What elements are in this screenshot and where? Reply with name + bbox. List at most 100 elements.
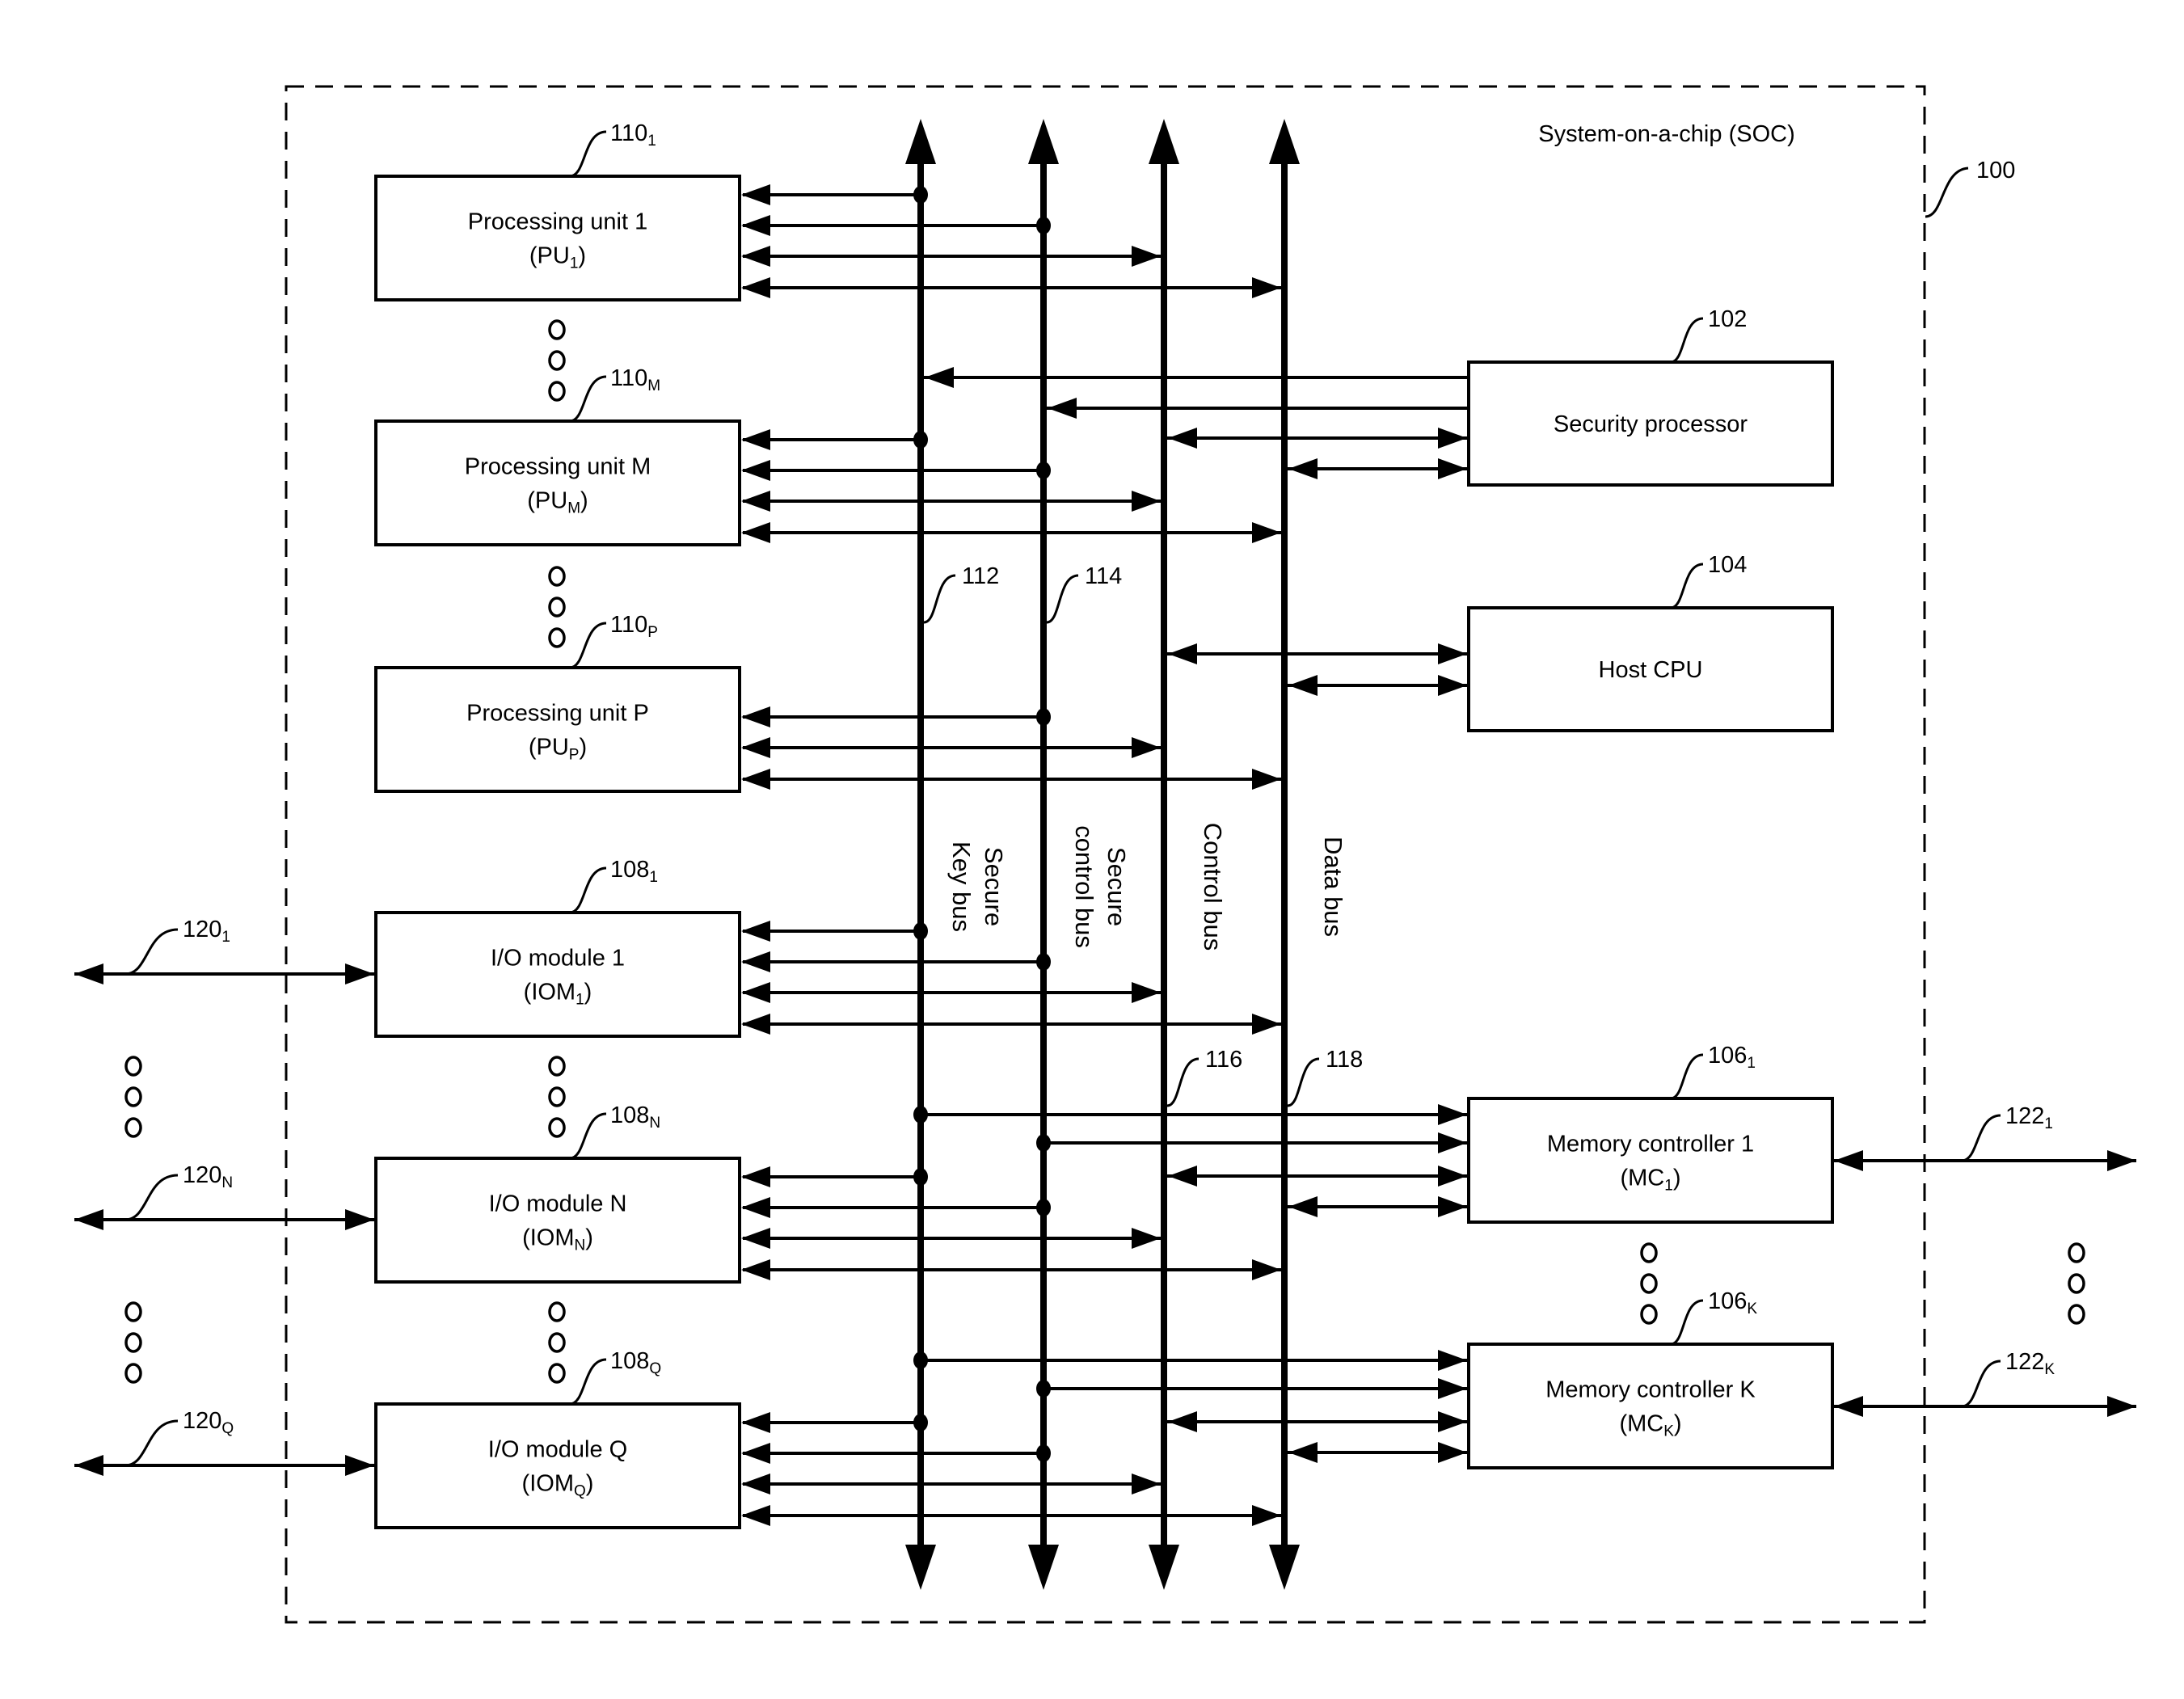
ref-leader-line: [1046, 574, 1079, 624]
ellipsis-ext-io-2: [124, 1301, 142, 1384]
soc-title: System-on-a-chip (SOC): [1538, 121, 1794, 147]
arrow-left-icon: [741, 1014, 770, 1035]
pu-ref: 1101: [610, 120, 656, 150]
arrowhead-icon: [1168, 1166, 1197, 1187]
host-cpu[interactable]: Host CPU: [1467, 606, 1834, 732]
bus-arrow-up-icon: [1149, 119, 1179, 164]
arrowhead-icon: [1438, 1196, 1467, 1217]
ref-leader-line: [1166, 1057, 1200, 1107]
arrow-left-icon: [74, 1209, 103, 1230]
arrowhead-icon: [1168, 643, 1197, 664]
soc-ref: 100: [1976, 158, 2015, 183]
bus-arrow-up-icon: [1028, 119, 1059, 164]
arrowhead-icon: [1288, 675, 1318, 696]
processing-unit-1[interactable]: Processing unit 1 (PU1): [374, 175, 741, 301]
block-name: I/O module 1: [491, 946, 625, 972]
arrow-left-icon: [741, 1505, 770, 1526]
arrowhead-icon: [1438, 1350, 1467, 1371]
arrow-right-icon: [345, 1455, 374, 1476]
block-name: I/O module N: [489, 1191, 627, 1217]
soc-ref-leader: [1925, 167, 1969, 218]
arrow-left-icon: [74, 1455, 103, 1476]
arrow-left-icon: [741, 460, 770, 481]
bus-label: Secure: [1103, 847, 1131, 926]
io-module-n[interactable]: I/O module N(IOMN): [374, 1157, 741, 1284]
ref-leader-line: [569, 1358, 607, 1406]
arrowhead-icon: [1438, 643, 1467, 664]
bus-arrow-up-icon: [905, 119, 936, 164]
arrow-left-icon: [741, 1197, 770, 1218]
arrow-left-icon: [741, 921, 770, 942]
pu-ref: 110M: [610, 365, 660, 394]
arrowhead-icon: [1048, 398, 1077, 419]
arrow-left-icon: [741, 1228, 770, 1249]
bus-label: Secure: [980, 847, 1008, 926]
block-name: Host CPU: [1599, 657, 1703, 683]
arrow-left-icon: [741, 951, 770, 972]
arrow-left-icon: [741, 246, 770, 267]
arrowhead-icon: [1438, 1104, 1467, 1125]
arrow-left-icon: [741, 706, 770, 727]
ref-leader-line: [569, 622, 607, 669]
bus-ref-sctrl: 114: [1085, 563, 1122, 589]
bus-label: Control bus: [1199, 823, 1227, 951]
ref-leader-line: [124, 928, 179, 976]
arrowhead-icon: [1288, 1442, 1318, 1463]
ref-leader-line: [124, 1419, 179, 1467]
arrow-right-icon: [1132, 1228, 1161, 1249]
bus-label: Data bus: [1319, 837, 1347, 937]
block-name: Processing unit M: [465, 454, 651, 480]
io-module-q[interactable]: I/O module Q(IOMQ): [374, 1402, 741, 1529]
arrow-right-icon: [1252, 1259, 1281, 1280]
arrow-right-icon: [1252, 1014, 1281, 1035]
bus-ref-data: 118: [1326, 1047, 1363, 1073]
external-memory-ref: 122K: [2005, 1349, 2055, 1378]
bus-arrow-down-icon: [1028, 1545, 1059, 1590]
arrowhead-icon: [1438, 675, 1467, 696]
arrowhead-icon: [1438, 1166, 1467, 1187]
ellipsis-pu-2: [548, 566, 566, 648]
io-module-1[interactable]: I/O module 1(IOM1): [374, 911, 741, 1038]
arrow-right-icon: [1252, 1505, 1281, 1526]
processing-unit-p[interactable]: Processing unit P(PUP): [374, 666, 741, 793]
ellipsis-iom-1: [548, 1056, 566, 1138]
ellipsis-ext-io-1: [124, 1056, 142, 1138]
arrowhead-icon: [1288, 1196, 1318, 1217]
memory-controller-k[interactable]: Memory controller K(MCK): [1467, 1343, 1834, 1469]
arrow-right-icon: [1132, 737, 1161, 758]
ref-leader-line: [1961, 1114, 2001, 1162]
arrow-right-icon: [1252, 522, 1281, 543]
security-processor[interactable]: Security processor: [1467, 360, 1834, 487]
iom-ref: 1081: [610, 857, 658, 886]
arrow-left-icon: [741, 769, 770, 790]
arrow-left-icon: [741, 737, 770, 758]
mc-ref: 1061: [1708, 1043, 1756, 1072]
bus-ref-ctrl: 116: [1205, 1047, 1242, 1073]
arrow-left-icon: [741, 1443, 770, 1464]
arrow-right-icon: [1132, 491, 1161, 512]
mc-ref: 106K: [1708, 1288, 1757, 1317]
arrowhead-icon: [1834, 1150, 1863, 1171]
processing-unit-m[interactable]: Processing unit M(PUM): [374, 419, 741, 546]
arrowhead-icon: [1438, 1132, 1467, 1153]
ref-leader-line: [1670, 1053, 1704, 1100]
arrow-left-icon: [741, 522, 770, 543]
arrow-left-icon: [741, 1259, 770, 1280]
arrow-right-icon: [1132, 246, 1161, 267]
block-abbr: (PU1): [529, 243, 586, 272]
arrowhead-icon: [1438, 1378, 1467, 1399]
arrow-left-icon: [741, 982, 770, 1003]
ref-leader-line: [124, 1174, 179, 1221]
memory-controller-1[interactable]: Memory controller 1(MC1): [1467, 1097, 1834, 1224]
block-name: Processing unit 1: [468, 209, 647, 235]
ellipsis-pu-1: [548, 319, 566, 402]
arrow-left-icon: [741, 1473, 770, 1495]
arrow-right-icon: [345, 963, 374, 984]
arrow-left-icon: [741, 277, 770, 298]
external-io-ref: 120N: [183, 1162, 233, 1191]
arrow-right-icon: [1252, 769, 1281, 790]
bus-label: control bus: [1070, 825, 1098, 948]
arrow-right-icon: [345, 1209, 374, 1230]
ref-leader-line: [923, 574, 956, 624]
ref-leader-line: [1670, 1299, 1704, 1346]
